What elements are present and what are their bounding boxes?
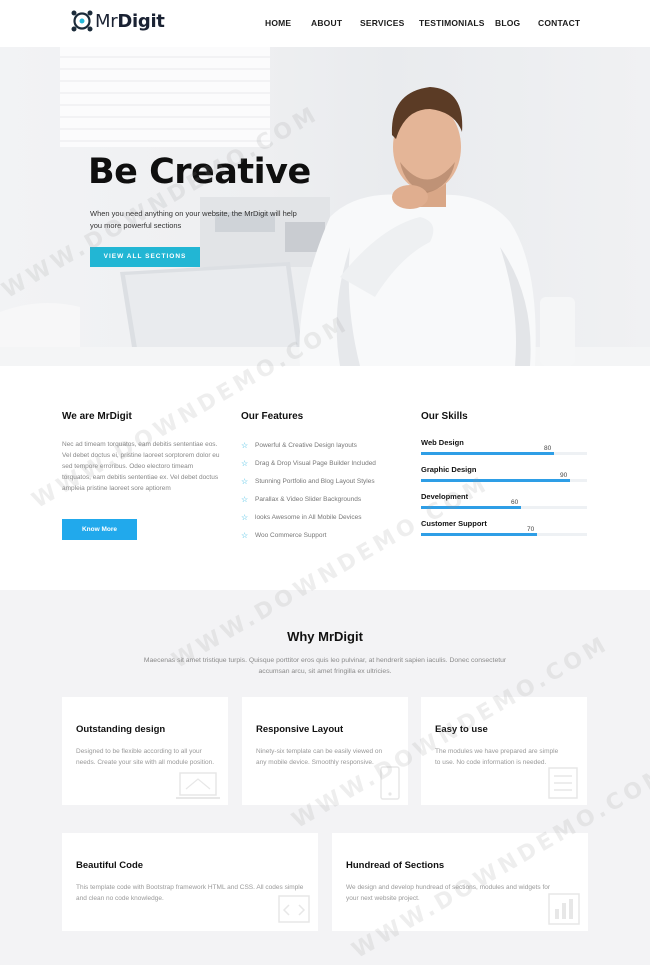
feature-item: ☆ looks Awesome in All Mobile Devices [241,513,362,522]
feature-card: Beautiful Code This template code with B… [62,833,318,931]
nav-item-services[interactable]: SERVICES [360,18,404,28]
card-text: Ninety-six template can be easily viewed… [256,748,383,766]
hero-title: Be Creative [88,152,311,192]
feature-item: ☆ Stunning Portfolio and Blog Layout Styl… [241,477,375,486]
nav-item-home[interactable]: HOME [265,18,291,28]
skill-value: 80 [544,445,552,452]
nav-item-blog[interactable]: BLOG [495,18,520,28]
mobile-icon [380,766,400,800]
card-title: Beautiful Code [76,860,144,871]
skill-bar-fill [421,479,570,482]
feature-card: Responsive Layout Ninety-six template ca… [242,697,408,805]
feature-card: Outstanding design Designed to be flexib… [62,697,228,805]
view-all-sections-button[interactable]: VIEW ALL SECTIONS [90,247,200,267]
skill-value: 90 [560,472,568,479]
skill-label: Customer Support [421,519,487,528]
why-title: Why MrDigit [287,629,363,644]
feature-item: ☆ Powerful & Creative Design layouts [241,441,357,450]
skill-bar-fill [421,452,554,455]
skill-value: 70 [527,526,535,533]
feature-card: Easy to use The modules we have prepared… [421,697,587,805]
card-title: Outstanding design [76,724,166,735]
skill-bar-fill [421,533,537,536]
skill-bar [421,452,587,455]
skill-bar [421,533,587,536]
card-title: Easy to use [435,724,488,735]
feature-item: ☆ Drag & Drop Visual Page Builder Include… [241,459,376,468]
nav-item-about[interactable]: ABOUT [311,18,342,28]
skill-value: 60 [511,499,519,506]
card-title: Hundread of Sections [346,860,445,871]
hero-photo [0,47,650,366]
feature-item: ☆ Parallax & Video Slider Backgrounds [241,495,362,504]
hero-banner: Be Creative When you need anything on yo… [0,47,650,366]
feature-item: ☆ Woo Commerce Support [241,531,327,540]
star-icon: ☆ [241,441,249,450]
list-icon [548,767,578,799]
card-title: Responsive Layout [256,724,344,735]
card-text: This template code with Bootstrap framew… [76,884,304,902]
skill-label: Web Design [421,438,464,447]
nav-item-testimonials[interactable]: TESTIMONIALS [419,18,485,28]
skill-bar [421,506,587,509]
nav-item-contact[interactable]: CONTACT [538,18,580,28]
features-title: Our Features [241,411,304,422]
chart-icon [548,893,580,925]
hero-subtitle: When you need anything on your website, … [90,209,297,230]
skill-label: Development [421,492,469,501]
top-navbar: MrDigit HOME ABOUT SERVICES TESTIMONIALS… [0,0,650,47]
code-icon [278,895,310,923]
why-subtitle: Maecenas sit amet tristique turpis. Quis… [143,657,507,675]
skill-label: Graphic Design [421,465,477,474]
star-icon: ☆ [241,495,249,504]
about-text: Nec ad timeam torquatos, eam debitis sen… [62,441,220,492]
skills-title: Our Skills [421,411,468,422]
star-icon: ☆ [241,531,249,540]
star-icon: ☆ [241,513,249,522]
card-text: We design and develop hundread of sectio… [346,884,551,902]
card-text: Designed to be flexible according to all… [76,748,215,766]
feature-card: Hundread of Sections We design and devel… [332,833,588,931]
main-menu: HOME ABOUT SERVICES TESTIMONIALS BLOG CO… [0,18,650,32]
star-icon: ☆ [241,459,249,468]
about-title: We are MrDigit [62,411,132,422]
laptop-icon [176,772,220,799]
skill-bar-fill [421,506,521,509]
skill-bar [421,479,587,482]
star-icon: ☆ [241,477,249,486]
know-more-button[interactable]: Know More [62,519,137,540]
